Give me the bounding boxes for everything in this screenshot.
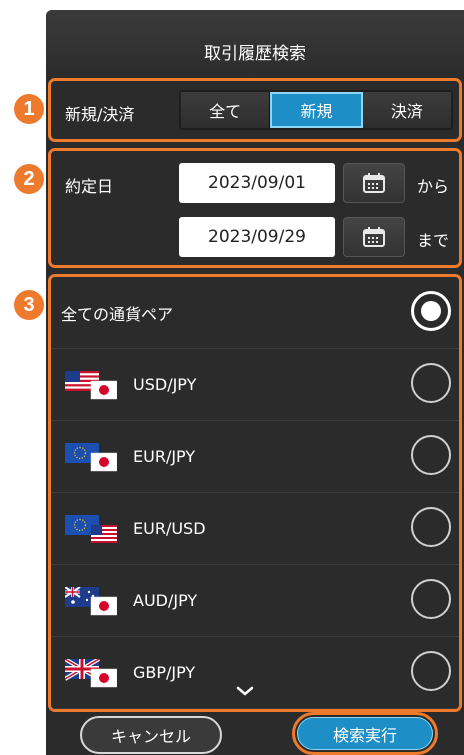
step-badge-1: 1 (14, 94, 44, 124)
list-item-eurjpy[interactable]: EUR/JPY (51, 421, 459, 493)
radio-button[interactable] (411, 435, 451, 475)
to-suffix: まで (417, 231, 450, 250)
pair-label: EUR/JPY (133, 447, 196, 466)
page-title: 取引履歴検索 (46, 10, 464, 76)
list-item-gbpjpy[interactable]: GBP/JPY (51, 637, 459, 709)
chevron-down-icon[interactable] (235, 685, 255, 697)
from-suffix: から (417, 177, 450, 196)
eu-us-flag-icon (65, 515, 117, 543)
pair-label: AUD/JPY (133, 591, 198, 610)
all-pairs-label: 全ての通貨ペア (61, 304, 174, 324)
us-jp-flag-icon (65, 371, 117, 400)
segment-new[interactable]: 新規 (270, 92, 363, 128)
radio-button-selected[interactable] (411, 291, 451, 331)
gb-jp-flag-icon (65, 659, 117, 688)
au-jp-flag-icon (65, 587, 117, 616)
eu-jp-flag-icon (65, 443, 117, 472)
search-button-label: 検索実行 (297, 717, 433, 750)
type-filter-section: 新規/決済 全て 新規 決済 (48, 78, 462, 142)
calendar-icon (363, 227, 385, 247)
date-filter-section: 約定日 2023/09/01 から 2023/09/29 まで (48, 148, 462, 268)
cancel-button[interactable]: キャンセル (80, 716, 222, 754)
radio-button[interactable] (411, 651, 451, 691)
calendar-icon (363, 173, 385, 193)
from-calendar-button[interactable] (343, 163, 405, 203)
type-filter-label: 新規/決済 (65, 105, 135, 124)
radio-button[interactable] (411, 507, 451, 547)
from-date-field[interactable]: 2023/09/01 (179, 163, 335, 203)
step-badge-3: 3 (14, 290, 44, 320)
pair-label: EUR/USD (133, 519, 206, 538)
list-item-eurusd[interactable]: EUR/USD (51, 493, 459, 565)
to-date-field[interactable]: 2023/09/29 (179, 217, 335, 257)
search-button[interactable]: 検索実行 (292, 712, 438, 755)
segment-settle[interactable]: 決済 (362, 92, 451, 128)
type-segmented-control: 全て 新規 決済 (179, 90, 453, 130)
radio-button[interactable] (411, 579, 451, 619)
currency-pair-list: 全ての通貨ペア USD/JPY EUR/JPY EUR/USD AUD/JPY … (48, 274, 462, 712)
segment-all[interactable]: 全て (181, 92, 271, 128)
to-calendar-button[interactable] (343, 217, 405, 257)
date-filter-label: 約定日 (65, 177, 114, 196)
list-item-audjpy[interactable]: AUD/JPY (51, 565, 459, 637)
step-badge-2: 2 (14, 164, 44, 194)
list-item-all-pairs[interactable]: 全ての通貨ペア (51, 277, 459, 349)
radio-button[interactable] (411, 363, 451, 403)
list-item-usdjpy[interactable]: USD/JPY (51, 349, 459, 421)
pair-label: USD/JPY (133, 375, 197, 394)
pair-label: GBP/JPY (133, 663, 196, 682)
